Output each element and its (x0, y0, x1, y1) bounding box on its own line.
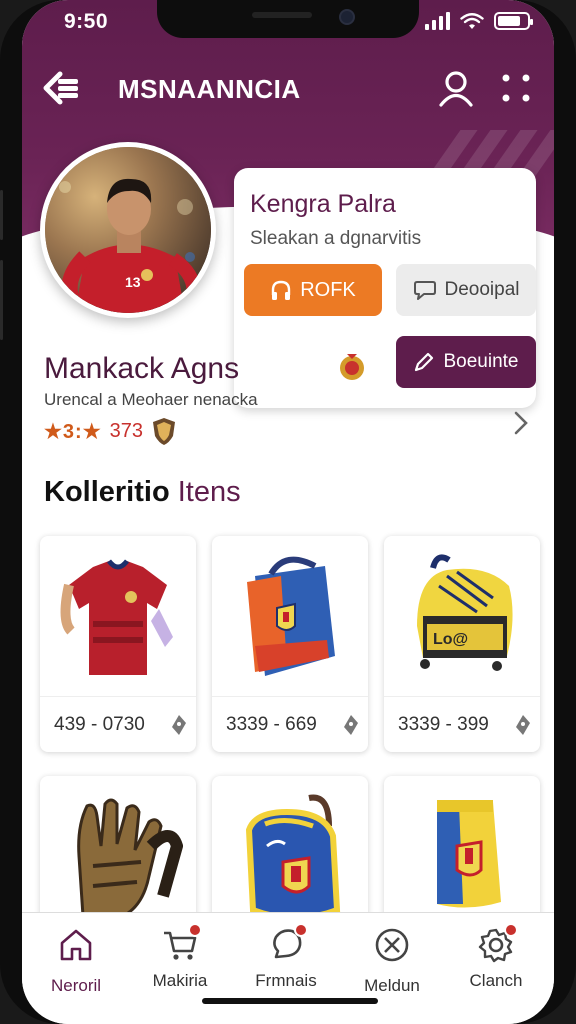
svg-text:13: 13 (125, 274, 141, 290)
contact-label: Boeuinte (443, 351, 519, 372)
chevron-right-icon[interactable] (510, 408, 532, 438)
svg-text:Lo@: Lo@ (433, 631, 468, 648)
tab-home[interactable]: Neroril (26, 927, 126, 997)
tab-label: Meldun (364, 976, 420, 995)
wifi-icon (460, 13, 484, 29)
price-row: 3339 - 399 (384, 696, 540, 752)
profile-subtitle: Sleakan a dgnarvitis (250, 228, 422, 249)
product-card[interactable]: 439 - 0730 (40, 536, 196, 752)
follow-label: ROFK (300, 278, 356, 301)
home-indicator (202, 998, 378, 1004)
close-circle-icon (375, 928, 409, 962)
notification-badge (294, 923, 308, 937)
tab-label: Neroril (50, 976, 102, 995)
tab-chat[interactable]: Frmnais (236, 923, 336, 997)
user-icon[interactable] (438, 68, 474, 108)
item-price: 3339 - 669 (226, 714, 317, 735)
gear-icon (478, 923, 518, 963)
player-photo: 13 (45, 147, 211, 313)
home-icon (60, 929, 92, 961)
section-title-accent: Itens (177, 476, 241, 508)
cart-icon (162, 923, 202, 963)
rating-value: 373 (109, 419, 144, 442)
rating-stars: ★3:★ (44, 420, 102, 443)
product-card[interactable]: Lo@ 3339 - 399 (384, 536, 540, 752)
grid-menu-icon[interactable] (498, 70, 534, 106)
profile-name: Kengra Palra (250, 190, 396, 218)
item-price: 439 - 0730 (54, 714, 145, 735)
follow-button[interactable]: ROFK (244, 264, 382, 316)
message-label: Deooipal (444, 279, 520, 300)
back-icon[interactable] (42, 68, 82, 108)
item-price: 3339 - 399 (398, 714, 489, 735)
tag-icon[interactable] (170, 713, 188, 737)
tab-close[interactable]: Meldun (342, 927, 442, 997)
tab-cart[interactable]: Makiria (130, 923, 230, 997)
boot-image: Lo@ (417, 554, 513, 671)
backpack-image (245, 794, 341, 921)
bag-image (247, 556, 335, 676)
signal-icon (425, 12, 450, 30)
shield-icon (153, 418, 176, 445)
notification-badge (504, 923, 518, 937)
club-description: Urencal a Meohaer nenacka (44, 390, 258, 409)
top-bar: MSNAANNCIA (22, 62, 554, 112)
notification-badge (188, 923, 202, 937)
club-badge-icon (340, 354, 364, 380)
pencil-icon (415, 352, 434, 372)
chat-icon (268, 923, 308, 963)
club-name: Mankack Agns (44, 352, 240, 385)
status-time: 9:50 (64, 10, 109, 33)
phone-frame: 9:50 MSNAANNCIA 13 Kengra Palra Sleakan … (0, 0, 576, 1024)
notch (157, 0, 419, 38)
tag-icon[interactable] (342, 713, 360, 737)
tab-label: Clanch (469, 971, 523, 990)
tab-label: Frmnais (255, 971, 317, 990)
sock-image (437, 800, 501, 908)
gloves-image (77, 798, 183, 918)
tab-label: Makiria (152, 971, 208, 990)
battery-icon (494, 12, 533, 30)
app-title: MSNAANNCIA (118, 74, 301, 104)
section-title: Kolleritio Itens (44, 476, 241, 509)
price-row: 3339 - 669 (212, 696, 368, 752)
tab-settings[interactable]: Clanch (446, 923, 546, 997)
rating-row: ★3:★ 373 (44, 416, 177, 446)
product-card[interactable]: 3339 - 669 (212, 536, 368, 752)
avatar[interactable]: 13 (40, 142, 216, 318)
headphones-icon (272, 280, 291, 300)
price-row: 439 - 0730 (40, 696, 196, 752)
tag-icon[interactable] (514, 713, 532, 737)
speech-bubble-icon (413, 281, 436, 300)
profile-card: Kengra Palra Sleakan a dgnarvitis ROFK D… (234, 168, 536, 408)
status-icons (425, 12, 533, 30)
jersey-image (60, 559, 173, 675)
app-screen: 9:50 MSNAANNCIA 13 Kengra Palra Sleakan … (22, 0, 554, 1024)
bottom-tab-bar: Neroril Makiria Frmnais Meldun Clanch (22, 912, 554, 1024)
section-title-main: Kolleritio (44, 476, 170, 508)
message-button[interactable]: Deooipal (396, 264, 536, 316)
contact-button[interactable]: Boeuinte (396, 336, 536, 388)
